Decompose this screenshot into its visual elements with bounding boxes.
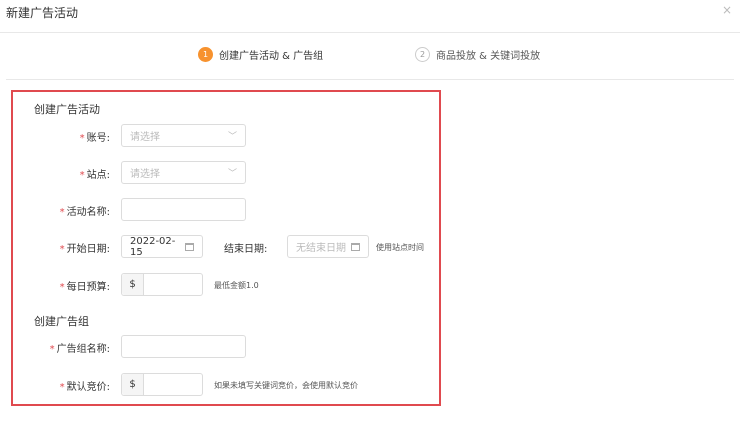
campaign-name-input[interactable] [121,198,246,221]
start-date-picker[interactable]: 2022-02-15 [121,235,203,258]
chevron-down-icon: ﹀ [227,132,237,142]
account-select[interactable]: 请选择 ﹀ [121,124,246,147]
step-2: 2 商品投放 & 关键词投放 [415,47,540,62]
bid-note: 如果未填写关键词竞价，会使用默认竞价 [214,381,358,390]
budget-note: 最低金额1.0 [214,281,259,290]
end-date-label: 结束日期: [224,244,268,255]
currency-prefix: $ [122,274,144,295]
calendar-icon [351,242,360,251]
site-select[interactable]: 请选择 ﹀ [121,161,246,184]
section-title-campaign: 创建广告活动 [34,103,100,116]
step-label: 商品投放 & 关键词投放 [436,51,541,62]
calendar-icon [185,242,194,251]
step-1: 1 创建广告活动 & 广告组 [198,47,323,62]
adgroup-name-label: * 广告组名称: [49,344,110,355]
close-icon[interactable]: × [722,3,732,17]
divider [6,79,734,80]
timezone-note: 使用站点时间 [376,243,424,252]
default-bid-input[interactable]: $ [121,373,203,396]
currency-prefix: $ [122,374,144,395]
divider [0,32,740,33]
section-title-adgroup: 创建广告组 [34,315,89,328]
chevron-down-icon: ﹀ [227,169,237,179]
account-label: * 账号: [79,133,110,144]
dialog-title: 新建广告活动 [6,6,79,20]
start-date-label: * 开始日期: [59,244,110,255]
daily-budget-label: * 每日预算: [59,282,110,293]
campaign-name-label: * 活动名称: [59,207,110,218]
daily-budget-input[interactable]: $ [121,273,203,296]
default-bid-label: * 默认竞价: [59,382,110,393]
end-date-picker[interactable]: 无结束日期 [287,235,369,258]
step-number: 1 [198,47,213,62]
site-label: * 站点: [79,170,110,181]
step-label: 创建广告活动 & 广告组 [219,51,324,62]
step-number: 2 [415,47,430,62]
adgroup-name-input[interactable] [121,335,246,358]
